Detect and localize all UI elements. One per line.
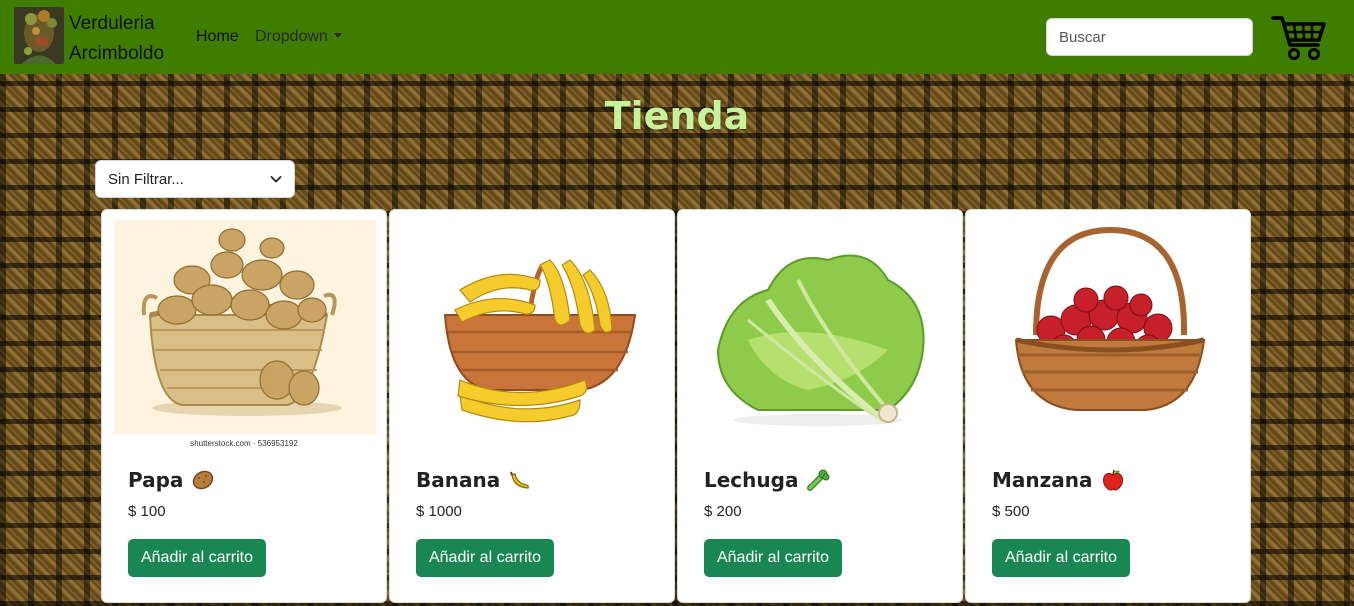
product-price: $ 200 xyxy=(704,503,742,520)
add-to-cart-button[interactable]: Añadir al carrito xyxy=(704,539,842,577)
product-title: Papa xyxy=(128,466,215,494)
category-filter-select[interactable]: Sin Filtrar... xyxy=(95,160,295,198)
potato-icon xyxy=(193,470,214,490)
caret-down-icon xyxy=(333,33,342,38)
celery-icon xyxy=(807,469,830,491)
add-to-cart-button[interactable]: Añadir al carrito xyxy=(992,539,1130,577)
brand-line-1: Verduleria xyxy=(69,13,155,34)
nav-home-link[interactable]: Home xyxy=(196,26,239,48)
brand-logo[interactable] xyxy=(14,7,64,64)
chevron-down-icon xyxy=(270,176,282,183)
product-title: Lechuga xyxy=(704,466,830,494)
product-name: Banana xyxy=(416,468,501,492)
product-price: $ 500 xyxy=(992,503,1030,520)
product-price: $ 100 xyxy=(128,503,166,520)
product-price: $ 1000 xyxy=(416,503,462,520)
product-card-banana: Banana $ 1000 Añadir al carrito xyxy=(389,209,675,603)
brand-line-2: Arcimboldo xyxy=(69,43,165,64)
product-image-lechuga xyxy=(688,220,952,456)
nav-dropdown-toggle[interactable]: Dropdown xyxy=(255,26,342,48)
add-to-cart-button[interactable]: Añadir al carrito xyxy=(128,539,266,577)
brand-name[interactable]: Verduleria Arcimboldo xyxy=(69,9,164,69)
banana-icon xyxy=(510,471,530,489)
product-card-manzana: Manzana $ 500 Añadir al carrito xyxy=(965,209,1251,603)
product-name: Manzana xyxy=(992,468,1093,492)
product-title: Manzana xyxy=(992,466,1125,494)
add-to-cart-button[interactable]: Añadir al carrito xyxy=(416,539,554,577)
product-card-lechuga: Lechuga $ 200 Añadir al carrito xyxy=(677,209,963,603)
image-watermark-text: shutterstock.com · 536953192 xyxy=(190,439,298,448)
apple-icon xyxy=(1102,469,1123,491)
product-name: Lechuga xyxy=(704,468,799,492)
product-card-papa: shutterstock.com · 536953192 Papa $ 100 … xyxy=(101,209,387,603)
navbar: Verduleria Arcimboldo Home Dropdown xyxy=(0,0,1354,74)
product-name: Papa xyxy=(128,468,184,492)
product-image-papa: shutterstock.com · 536953192 xyxy=(112,220,376,456)
shopping-cart-icon[interactable] xyxy=(1270,12,1328,62)
product-title: Banana xyxy=(416,466,532,494)
search-input[interactable] xyxy=(1046,18,1253,56)
filter-selected-value: Sin Filtrar... xyxy=(108,170,184,188)
product-image-banana xyxy=(400,220,664,456)
product-image-manzana xyxy=(976,220,1240,456)
nav-dropdown-label: Dropdown xyxy=(255,28,328,45)
page-title: Tienda xyxy=(604,94,750,138)
